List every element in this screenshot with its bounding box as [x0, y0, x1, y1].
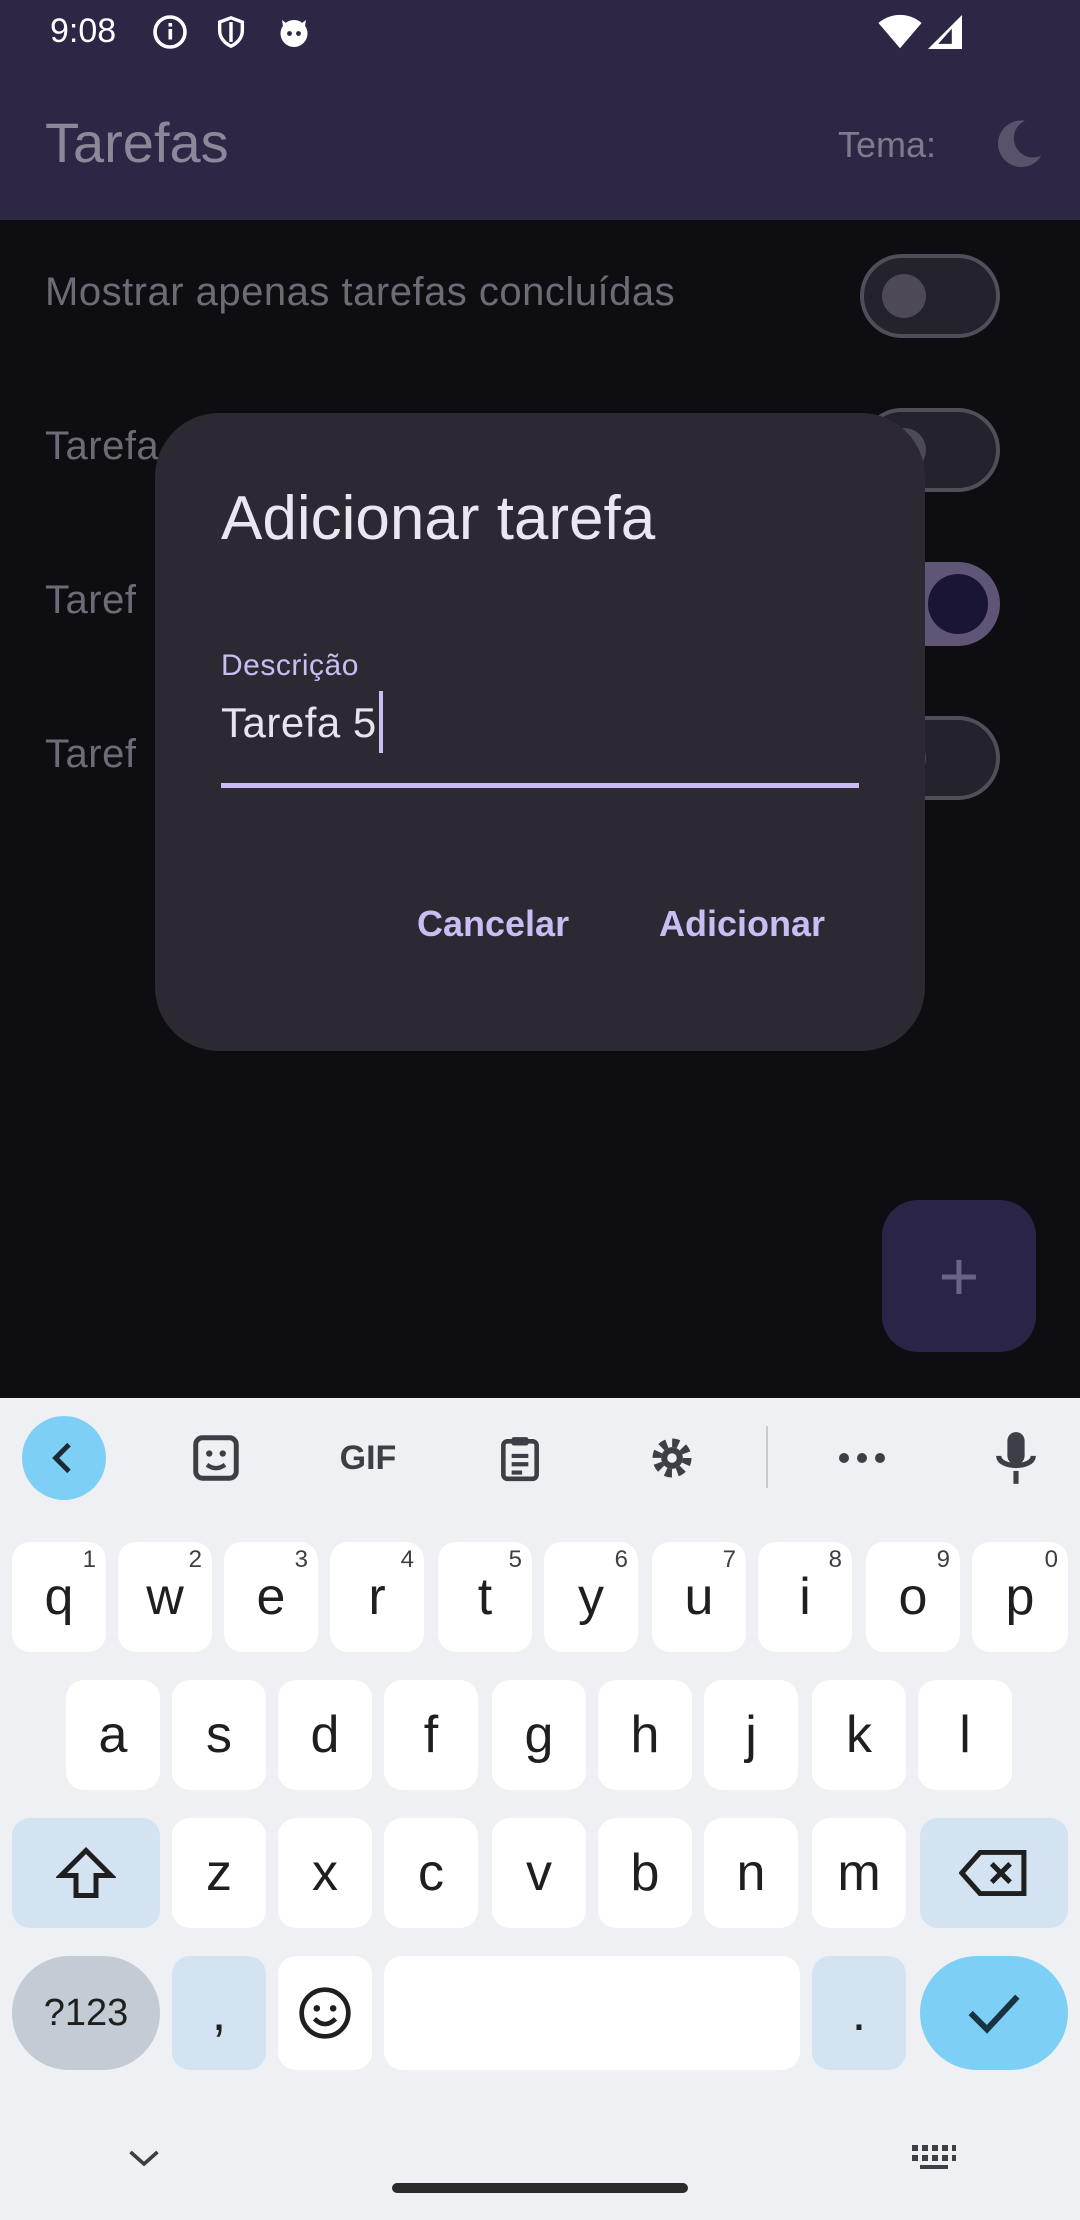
key-j[interactable]: j: [704, 1680, 798, 1790]
gear-icon[interactable]: [630, 1416, 714, 1500]
signal-icon: [928, 15, 962, 49]
key-label: t: [477, 1568, 493, 1626]
key-k[interactable]: k: [812, 1680, 906, 1790]
symbols-key[interactable]: ?123: [12, 1956, 160, 2070]
key-hint: 8: [828, 1546, 842, 1573]
key-g[interactable]: g: [492, 1680, 586, 1790]
key-b[interactable]: b: [598, 1818, 692, 1928]
add-button[interactable]: Adicionar: [649, 893, 835, 955]
clipboard-icon[interactable]: [478, 1416, 562, 1500]
task-label: Taref: [45, 732, 137, 776]
backspace-key[interactable]: [920, 1818, 1068, 1928]
key-label: r: [368, 1568, 386, 1626]
key-c[interactable]: c: [384, 1818, 478, 1928]
more-icon[interactable]: [820, 1416, 904, 1500]
app-bar: Tarefas Tema:: [0, 64, 1080, 220]
theme-label: Tema:: [838, 124, 937, 165]
home-indicator[interactable]: [392, 2183, 688, 2193]
input-underline: [221, 783, 859, 788]
key-hint: 1: [82, 1546, 96, 1573]
emoji-icon: [299, 1987, 351, 2039]
dialog-title: Adicionar tarefa: [221, 484, 656, 553]
cat-icon: [280, 20, 308, 47]
key-u[interactable]: u7: [652, 1542, 746, 1652]
shield-icon: [217, 16, 245, 49]
mic-icon[interactable]: [974, 1416, 1058, 1500]
gif-icon[interactable]: GIF: [326, 1416, 410, 1500]
task-label: Tarefa: [45, 424, 160, 468]
key-hint: 4: [400, 1546, 414, 1573]
description-input[interactable]: Tarefa 5: [221, 691, 383, 757]
keyboard-switch-icon[interactable]: [910, 2142, 958, 2172]
key-hint: 7: [722, 1546, 736, 1573]
key-n[interactable]: n: [704, 1818, 798, 1928]
key-i[interactable]: i8: [758, 1542, 852, 1652]
key-l[interactable]: l: [918, 1680, 1012, 1790]
text-caret: [378, 691, 383, 753]
key-label: i: [799, 1568, 811, 1626]
wifi-icon: [878, 14, 922, 49]
key-f[interactable]: f: [384, 1680, 478, 1790]
key-o[interactable]: o9: [866, 1542, 960, 1652]
key-r[interactable]: r4: [330, 1542, 424, 1652]
task-label: Taref: [45, 578, 137, 622]
description-value: Tarefa 5: [221, 699, 377, 747]
key-label: q: [44, 1568, 74, 1626]
key-h[interactable]: h: [598, 1680, 692, 1790]
key-t[interactable]: t5: [438, 1542, 532, 1652]
toolbar-divider: [766, 1426, 768, 1488]
page-title: Tarefas: [45, 111, 229, 174]
key-label: e: [256, 1568, 286, 1626]
key-z[interactable]: z: [172, 1818, 266, 1928]
emoji-key[interactable]: [278, 1956, 372, 2070]
enter-key[interactable]: [920, 1956, 1068, 2070]
key-a[interactable]: a: [66, 1680, 160, 1790]
key-x[interactable]: x: [278, 1818, 372, 1928]
moon-icon[interactable]: [990, 116, 1046, 172]
filter-label: Mostrar apenas tarefas concluídas: [45, 270, 676, 314]
key-y[interactable]: y6: [544, 1542, 638, 1652]
period-key[interactable]: .: [812, 1956, 906, 2070]
key-label: o: [898, 1568, 928, 1626]
sticker-icon[interactable]: [174, 1416, 258, 1500]
key-v[interactable]: v: [492, 1818, 586, 1928]
space-key[interactable]: [384, 1956, 800, 2070]
comma-key[interactable]: ,: [172, 1956, 266, 2070]
key-e[interactable]: e3: [224, 1542, 318, 1652]
key-hint: 9: [936, 1546, 950, 1573]
key-label: y: [578, 1568, 604, 1626]
add-task-fab[interactable]: +: [882, 1200, 1036, 1352]
key-hint: 2: [188, 1546, 202, 1573]
shift-icon: [56, 1846, 116, 1898]
info-icon: [153, 15, 187, 49]
key-label: u: [684, 1568, 714, 1626]
key-p[interactable]: p0: [972, 1542, 1068, 1652]
add-task-dialog: Adicionar tarefa Descrição Tarefa 5 Canc…: [155, 413, 925, 1051]
key-q[interactable]: q1: [12, 1542, 106, 1652]
key-hint: 5: [508, 1546, 522, 1573]
key-m[interactable]: m: [812, 1818, 906, 1928]
status-bar: 9:08: [0, 0, 1080, 64]
key-w[interactable]: w2: [118, 1542, 212, 1652]
filter-switch[interactable]: [860, 254, 1000, 338]
status-time: 9:08: [50, 12, 117, 50]
key-label: w: [146, 1568, 184, 1626]
description-label: Descrição: [221, 649, 359, 682]
key-s[interactable]: s: [172, 1680, 266, 1790]
key-d[interactable]: d: [278, 1680, 372, 1790]
key-hint: 3: [294, 1546, 308, 1573]
key-hint: 6: [614, 1546, 628, 1573]
backspace-icon: [959, 1850, 1027, 1896]
soft-keyboard: GIF q1 w2 e3 r4 t5 y6 u7 i8 o9 p0 a s d …: [0, 1398, 1080, 2220]
plus-icon: +: [938, 1237, 980, 1315]
check-icon: [968, 1994, 1020, 2034]
shift-key[interactable]: [12, 1818, 160, 1928]
cancel-button[interactable]: Cancelar: [407, 893, 579, 955]
back-chevron-icon[interactable]: [22, 1416, 106, 1500]
key-label: p: [1005, 1568, 1035, 1626]
key-hint: 0: [1044, 1546, 1058, 1573]
hide-keyboard-chevron-icon[interactable]: [126, 2146, 162, 2170]
